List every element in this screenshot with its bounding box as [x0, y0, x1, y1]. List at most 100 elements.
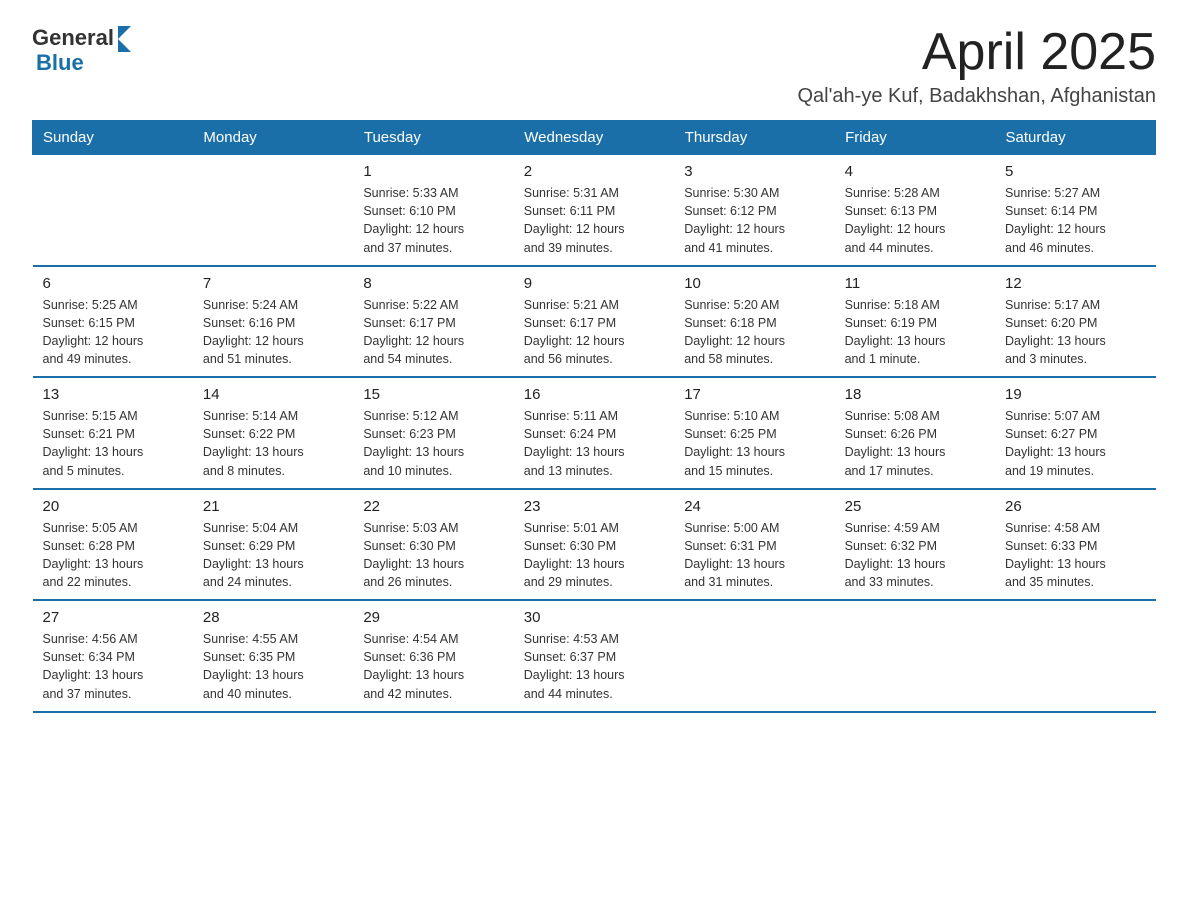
day-number: 24: [684, 498, 824, 515]
calendar-cell: 22 Sunrise: 5:03 AM Sunset: 6:30 PM Dayli…: [353, 489, 513, 601]
day-info: Sunrise: 5:25 AM Sunset: 6:15 PM Dayligh…: [43, 296, 183, 369]
calendar-cell: 3 Sunrise: 5:30 AM Sunset: 6:12 PM Daylig…: [674, 155, 834, 266]
day-number: 3: [684, 163, 824, 180]
calendar-week-row: 20 Sunrise: 5:05 AM Sunset: 6:28 PM Dayli…: [33, 489, 1156, 601]
logo: General Blue: [32, 24, 131, 76]
day-info: Sunrise: 5:12 AM Sunset: 6:23 PM Dayligh…: [363, 407, 503, 480]
calendar-cell: 25 Sunrise: 4:59 AM Sunset: 6:32 PM Dayli…: [835, 489, 995, 601]
calendar-cell: 1 Sunrise: 5:33 AM Sunset: 6:10 PM Daylig…: [353, 155, 513, 266]
calendar-cell: 18 Sunrise: 5:08 AM Sunset: 6:26 PM Dayli…: [835, 377, 995, 489]
day-info: Sunrise: 5:30 AM Sunset: 6:12 PM Dayligh…: [684, 184, 824, 257]
day-number: 13: [43, 386, 183, 403]
day-info: Sunrise: 5:33 AM Sunset: 6:10 PM Dayligh…: [363, 184, 503, 257]
day-number: 2: [524, 163, 664, 180]
weekday-header-saturday: Saturday: [995, 121, 1155, 155]
day-info: Sunrise: 5:28 AM Sunset: 6:13 PM Dayligh…: [845, 184, 985, 257]
calendar-cell: 15 Sunrise: 5:12 AM Sunset: 6:23 PM Dayli…: [353, 377, 513, 489]
day-info: Sunrise: 5:17 AM Sunset: 6:20 PM Dayligh…: [1005, 296, 1145, 369]
weekday-header-friday: Friday: [835, 121, 995, 155]
day-info: Sunrise: 4:58 AM Sunset: 6:33 PM Dayligh…: [1005, 519, 1145, 592]
day-number: 20: [43, 498, 183, 515]
calendar-cell: 27 Sunrise: 4:56 AM Sunset: 6:34 PM Dayli…: [33, 600, 193, 712]
day-number: 5: [1005, 163, 1145, 180]
calendar-cell: 28Sunrise: 4:55 AM Sunset: 6:35 PM Dayli…: [193, 600, 353, 712]
day-number: 23: [524, 498, 664, 515]
calendar-cell: 14 Sunrise: 5:14 AM Sunset: 6:22 PM Dayli…: [193, 377, 353, 489]
day-number: 12: [1005, 275, 1145, 292]
day-info: Sunrise: 5:01 AM Sunset: 6:30 PM Dayligh…: [524, 519, 664, 592]
calendar-week-row: 27 Sunrise: 4:56 AM Sunset: 6:34 PM Dayli…: [33, 600, 1156, 712]
title-block: April 2025 Qal'ah-ye Kuf, Badakhshan, Af…: [797, 24, 1156, 108]
calendar-cell: 24 Sunrise: 5:00 AM Sunset: 6:31 PM Dayli…: [674, 489, 834, 601]
day-info: Sunrise: 4:53 AM Sunset: 6:37 PM Dayligh…: [524, 630, 664, 703]
calendar-cell: 12 Sunrise: 5:17 AM Sunset: 6:20 PM Dayli…: [995, 266, 1155, 378]
calendar-cell: 16 Sunrise: 5:11 AM Sunset: 6:24 PM Dayli…: [514, 377, 674, 489]
weekday-header-monday: Monday: [193, 121, 353, 155]
calendar-cell: [995, 600, 1155, 712]
calendar-table: SundayMondayTuesdayWednesdayThursdayFrid…: [32, 120, 1156, 713]
weekday-header-row: SundayMondayTuesdayWednesdayThursdayFrid…: [33, 121, 1156, 155]
day-number: 4: [845, 163, 985, 180]
day-number: 18: [845, 386, 985, 403]
weekday-header-sunday: Sunday: [33, 121, 193, 155]
day-number: 29: [363, 609, 503, 626]
day-number: 1: [363, 163, 503, 180]
calendar-cell: [674, 600, 834, 712]
calendar-cell: 26 Sunrise: 4:58 AM Sunset: 6:33 PM Dayli…: [995, 489, 1155, 601]
calendar-cell: 30Sunrise: 4:53 AM Sunset: 6:37 PM Dayli…: [514, 600, 674, 712]
day-info: Sunrise: 5:10 AM Sunset: 6:25 PM Dayligh…: [684, 407, 824, 480]
calendar-cell: 13 Sunrise: 5:15 AM Sunset: 6:21 PM Dayli…: [33, 377, 193, 489]
day-number: 15: [363, 386, 503, 403]
day-info: Sunrise: 5:11 AM Sunset: 6:24 PM Dayligh…: [524, 407, 664, 480]
day-number: 17: [684, 386, 824, 403]
day-number: 7: [203, 275, 343, 292]
day-info: Sunrise: 5:24 AM Sunset: 6:16 PM Dayligh…: [203, 296, 343, 369]
day-info: Sunrise: 5:21 AM Sunset: 6:17 PM Dayligh…: [524, 296, 664, 369]
day-info: Sunrise: 5:04 AM Sunset: 6:29 PM Dayligh…: [203, 519, 343, 592]
logo-general-text: General: [32, 25, 114, 51]
calendar-cell: 11Sunrise: 5:18 AM Sunset: 6:19 PM Dayli…: [835, 266, 995, 378]
calendar-week-row: 13 Sunrise: 5:15 AM Sunset: 6:21 PM Dayli…: [33, 377, 1156, 489]
calendar-week-row: 6 Sunrise: 5:25 AM Sunset: 6:15 PM Daylig…: [33, 266, 1156, 378]
day-number: 27: [43, 609, 183, 626]
calendar-cell: 10Sunrise: 5:20 AM Sunset: 6:18 PM Dayli…: [674, 266, 834, 378]
day-info: Sunrise: 5:05 AM Sunset: 6:28 PM Dayligh…: [43, 519, 183, 592]
day-number: 26: [1005, 498, 1145, 515]
day-number: 9: [524, 275, 664, 292]
logo-blue-text: Blue: [36, 50, 84, 76]
day-number: 22: [363, 498, 503, 515]
day-info: Sunrise: 5:20 AM Sunset: 6:18 PM Dayligh…: [684, 296, 824, 369]
page-title: April 2025: [797, 24, 1156, 81]
calendar-cell: 21Sunrise: 5:04 AM Sunset: 6:29 PM Dayli…: [193, 489, 353, 601]
day-info: Sunrise: 5:27 AM Sunset: 6:14 PM Dayligh…: [1005, 184, 1145, 257]
calendar-cell: [33, 155, 193, 266]
day-number: 25: [845, 498, 985, 515]
day-info: Sunrise: 5:18 AM Sunset: 6:19 PM Dayligh…: [845, 296, 985, 369]
day-info: Sunrise: 4:56 AM Sunset: 6:34 PM Dayligh…: [43, 630, 183, 703]
calendar-cell: 20 Sunrise: 5:05 AM Sunset: 6:28 PM Dayli…: [33, 489, 193, 601]
calendar-cell: 6 Sunrise: 5:25 AM Sunset: 6:15 PM Daylig…: [33, 266, 193, 378]
page-subtitle: Qal'ah-ye Kuf, Badakhshan, Afghanistan: [797, 85, 1156, 108]
day-number: 16: [524, 386, 664, 403]
calendar-cell: 4 Sunrise: 5:28 AM Sunset: 6:13 PM Daylig…: [835, 155, 995, 266]
weekday-header-tuesday: Tuesday: [353, 121, 513, 155]
calendar-cell: 2 Sunrise: 5:31 AM Sunset: 6:11 PM Daylig…: [514, 155, 674, 266]
day-info: Sunrise: 5:14 AM Sunset: 6:22 PM Dayligh…: [203, 407, 343, 480]
day-number: 6: [43, 275, 183, 292]
calendar-cell: 17 Sunrise: 5:10 AM Sunset: 6:25 PM Dayli…: [674, 377, 834, 489]
logo-triangle-top: [118, 26, 131, 39]
day-number: 28: [203, 609, 343, 626]
day-info: Sunrise: 5:07 AM Sunset: 6:27 PM Dayligh…: [1005, 407, 1145, 480]
calendar-cell: 7 Sunrise: 5:24 AM Sunset: 6:16 PM Daylig…: [193, 266, 353, 378]
day-number: 14: [203, 386, 343, 403]
calendar-header: SundayMondayTuesdayWednesdayThursdayFrid…: [33, 121, 1156, 155]
day-info: Sunrise: 5:31 AM Sunset: 6:11 PM Dayligh…: [524, 184, 664, 257]
day-info: Sunrise: 5:00 AM Sunset: 6:31 PM Dayligh…: [684, 519, 824, 592]
day-info: Sunrise: 5:08 AM Sunset: 6:26 PM Dayligh…: [845, 407, 985, 480]
day-info: Sunrise: 5:15 AM Sunset: 6:21 PM Dayligh…: [43, 407, 183, 480]
day-info: Sunrise: 5:03 AM Sunset: 6:30 PM Dayligh…: [363, 519, 503, 592]
day-info: Sunrise: 4:54 AM Sunset: 6:36 PM Dayligh…: [363, 630, 503, 703]
day-number: 19: [1005, 386, 1145, 403]
calendar-cell: 29 Sunrise: 4:54 AM Sunset: 6:36 PM Dayli…: [353, 600, 513, 712]
day-info: Sunrise: 4:59 AM Sunset: 6:32 PM Dayligh…: [845, 519, 985, 592]
